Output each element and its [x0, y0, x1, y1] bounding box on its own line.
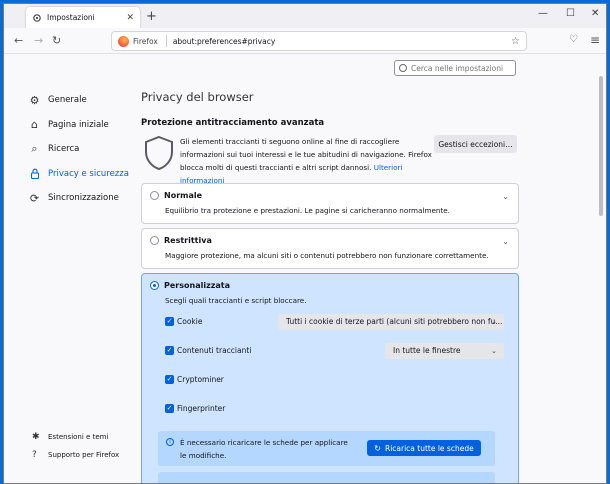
firefox-icon: [118, 35, 129, 47]
tab-title: Impostazioni: [47, 13, 95, 22]
sidebar-item-label: Supporto per Firefox: [48, 451, 120, 459]
back-button[interactable]: ←: [14, 34, 23, 47]
tracking-content-select-value: In tutte le finestre: [393, 346, 461, 355]
gear-icon: [32, 13, 42, 23]
browser-window: Impostazioni ✕ + — ☐ ✕ ← → ↻ Firefox abo…: [3, 3, 607, 484]
cryptominer-option: ✓ Cryptominer: [165, 365, 510, 394]
chevron-down-icon: ⌄: [491, 317, 497, 326]
sidebar-item-label: Estensioni e temi: [48, 433, 109, 441]
manage-exceptions-button[interactable]: Gestisci eccezioni…: [434, 135, 517, 153]
personalizzata-desc: Scegli quali traccianti e script bloccar…: [165, 296, 307, 305]
restrittiva-desc: Maggiore protezione, ma alcuni siti o co…: [165, 251, 489, 260]
tracking-content-checkbox[interactable]: ✓: [165, 346, 174, 355]
chevron-down-icon[interactable]: ⌄: [502, 192, 509, 201]
new-tab-button[interactable]: +: [146, 9, 157, 24]
reload-notice: i È necessario ricaricare le schede per …: [158, 431, 495, 466]
sidebar-item-label: Generale: [48, 95, 87, 106]
chevron-down-icon[interactable]: ⌄: [502, 237, 509, 246]
window-close-button[interactable]: ✕: [591, 8, 599, 19]
sidebar-item-label: Sincronizzazione: [48, 193, 119, 204]
shield-icon: [145, 135, 173, 171]
restrittiva-radio[interactable]: [150, 236, 159, 245]
sidebar-item-sincronizzazione[interactable]: ⟳ Sincronizzazione: [28, 186, 138, 211]
lock-icon: [28, 167, 41, 180]
help-icon: ?: [32, 450, 37, 460]
page-title: Privacy del browser: [141, 90, 254, 104]
forward-button[interactable]: →: [34, 34, 43, 47]
scrollbar[interactable]: [599, 58, 604, 482]
cryptominer-checkbox[interactable]: ✓: [165, 375, 174, 384]
cryptominer-label: Cryptominer: [177, 375, 224, 384]
settings-search[interactable]: [394, 60, 516, 76]
etp-heading: Protezione antitracciamento avanzata: [141, 118, 325, 128]
tracking-content-label: Contenuti traccianti: [177, 346, 252, 355]
mode-restrittiva-card[interactable]: Restrittiva Maggiore protezione, ma alcu…: [141, 228, 519, 269]
etp-text: Gli elementi traccianti ti seguono onlin…: [180, 135, 432, 185]
secondary-notice: [158, 472, 495, 483]
mode-normale-card[interactable]: Normale Equilibrio tra protezione e pres…: [141, 183, 519, 224]
close-tab-icon[interactable]: ✕: [126, 13, 134, 23]
settings-search-input[interactable]: [411, 63, 511, 73]
cookie-label: Cookie: [177, 317, 203, 326]
fingerprinter-option: ✓ Fingerprinter: [165, 394, 510, 423]
main-panel: Privacy del browser Protezione antitracc…: [141, 90, 519, 483]
sidebar-item-label: Ricerca: [48, 144, 80, 155]
sidebar-item-generale[interactable]: ⚙ Generale: [28, 88, 138, 113]
pocket-icon[interactable]: ♡: [569, 34, 578, 45]
restrittiva-label: Restrittiva: [164, 236, 212, 245]
cookie-option: ✓ Cookie Tutti i cookie di terze parti (…: [165, 307, 510, 336]
bookmark-star-icon[interactable]: ☆: [511, 36, 520, 47]
sidebar-item-extensions[interactable]: ✱ Estensioni e temi: [32, 432, 152, 442]
personalizzata-radio[interactable]: [150, 281, 159, 290]
preferences-page: ⚙ Generale ⌂ Pagina iniziale ⌕ Ricerca P…: [4, 54, 606, 483]
nav-toolbar: ← → ↻ Firefox about:preferences#privacy …: [4, 28, 606, 54]
search-icon: ⌕: [31, 142, 38, 156]
normale-label: Normale: [164, 191, 203, 200]
gear-icon: ⚙: [29, 93, 40, 107]
cookie-select[interactable]: Tutti i cookie di terze parti (alcuni si…: [278, 313, 504, 330]
etp-description: Gli elementi traccianti ti seguono onlin…: [141, 135, 519, 185]
url-text[interactable]: about:preferences#privacy: [173, 37, 511, 46]
scrollbar-thumb[interactable]: [599, 76, 603, 216]
tracking-content-option: ✓ Contenuti traccianti In tutte le fines…: [165, 336, 510, 365]
cookie-checkbox[interactable]: ✓: [165, 317, 174, 326]
sidebar-item-privacy[interactable]: Privacy e sicurezza: [28, 162, 138, 187]
normale-radio[interactable]: [150, 191, 159, 200]
reload-icon: ↻: [374, 443, 381, 453]
sidebar-item-support[interactable]: ? Supporto per Firefox: [32, 450, 152, 460]
personalizzata-label: Personalizzata: [164, 281, 231, 290]
cookie-select-value: Tutti i cookie di terze parti (alcuni si…: [286, 317, 503, 326]
url-bar[interactable]: Firefox about:preferences#privacy ☆: [111, 31, 527, 51]
identity-label: Firefox: [133, 36, 158, 46]
mode-personalizzata-card[interactable]: Personalizzata Scegli quali traccianti e…: [141, 273, 519, 483]
tracking-content-select[interactable]: In tutte le finestre ⌄: [385, 342, 504, 359]
sidebar-item-ricerca[interactable]: ⌕ Ricerca: [28, 137, 138, 162]
reload-button[interactable]: ↻: [52, 34, 61, 47]
puzzle-icon: ✱: [32, 432, 40, 442]
sync-icon: ⟳: [29, 191, 40, 205]
tab-bar: Impostazioni ✕ + — ☐ ✕: [4, 4, 606, 28]
chevron-down-icon: ⌄: [491, 346, 497, 355]
maximize-button[interactable]: ☐: [566, 8, 575, 19]
sidebar: ⚙ Generale ⌂ Pagina iniziale ⌕ Ricerca P…: [28, 88, 138, 211]
sidebar-item-pagina-iniziale[interactable]: ⌂ Pagina iniziale: [28, 113, 138, 138]
reload-notice-text: È necessario ricaricare le schede per ap…: [180, 438, 348, 460]
reload-all-tabs-button[interactable]: ↻ Ricarica tutte le schede: [367, 440, 481, 456]
sidebar-item-label: Privacy e sicurezza: [48, 168, 129, 179]
hamburger-menu-icon[interactable]: ≡: [590, 33, 600, 47]
fingerprinter-label: Fingerprinter: [177, 404, 226, 413]
home-icon: ⌂: [31, 118, 38, 132]
search-icon: [399, 64, 407, 72]
url-separator: [165, 35, 167, 47]
tab-settings[interactable]: Impostazioni ✕: [26, 7, 140, 28]
normale-desc: Equilibrio tra protezione e prestazioni.…: [165, 206, 450, 215]
reload-button-label: Ricarica tutte le schede: [384, 443, 474, 453]
info-icon: i: [166, 438, 174, 446]
sidebar-item-label: Pagina iniziale: [48, 119, 109, 130]
minimize-button[interactable]: —: [538, 8, 548, 19]
fingerprinter-checkbox[interactable]: ✓: [165, 404, 174, 413]
